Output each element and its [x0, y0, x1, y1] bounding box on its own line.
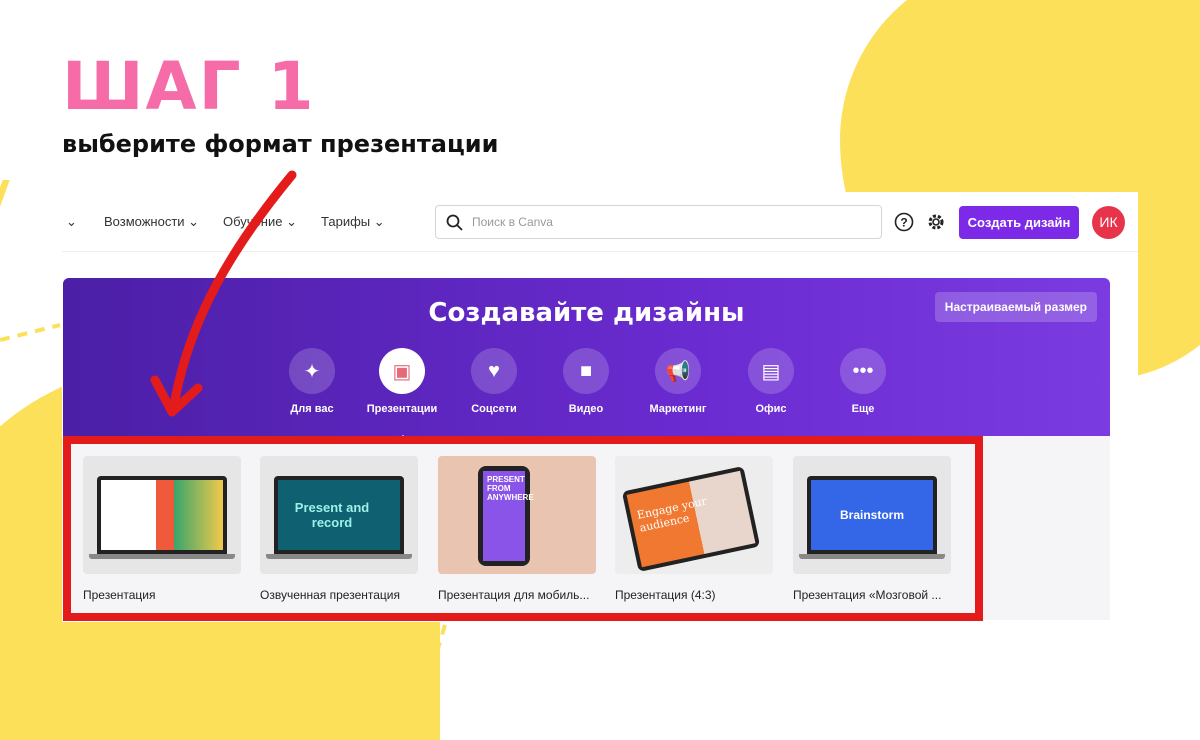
red-arrow-icon [0, 170, 447, 675]
